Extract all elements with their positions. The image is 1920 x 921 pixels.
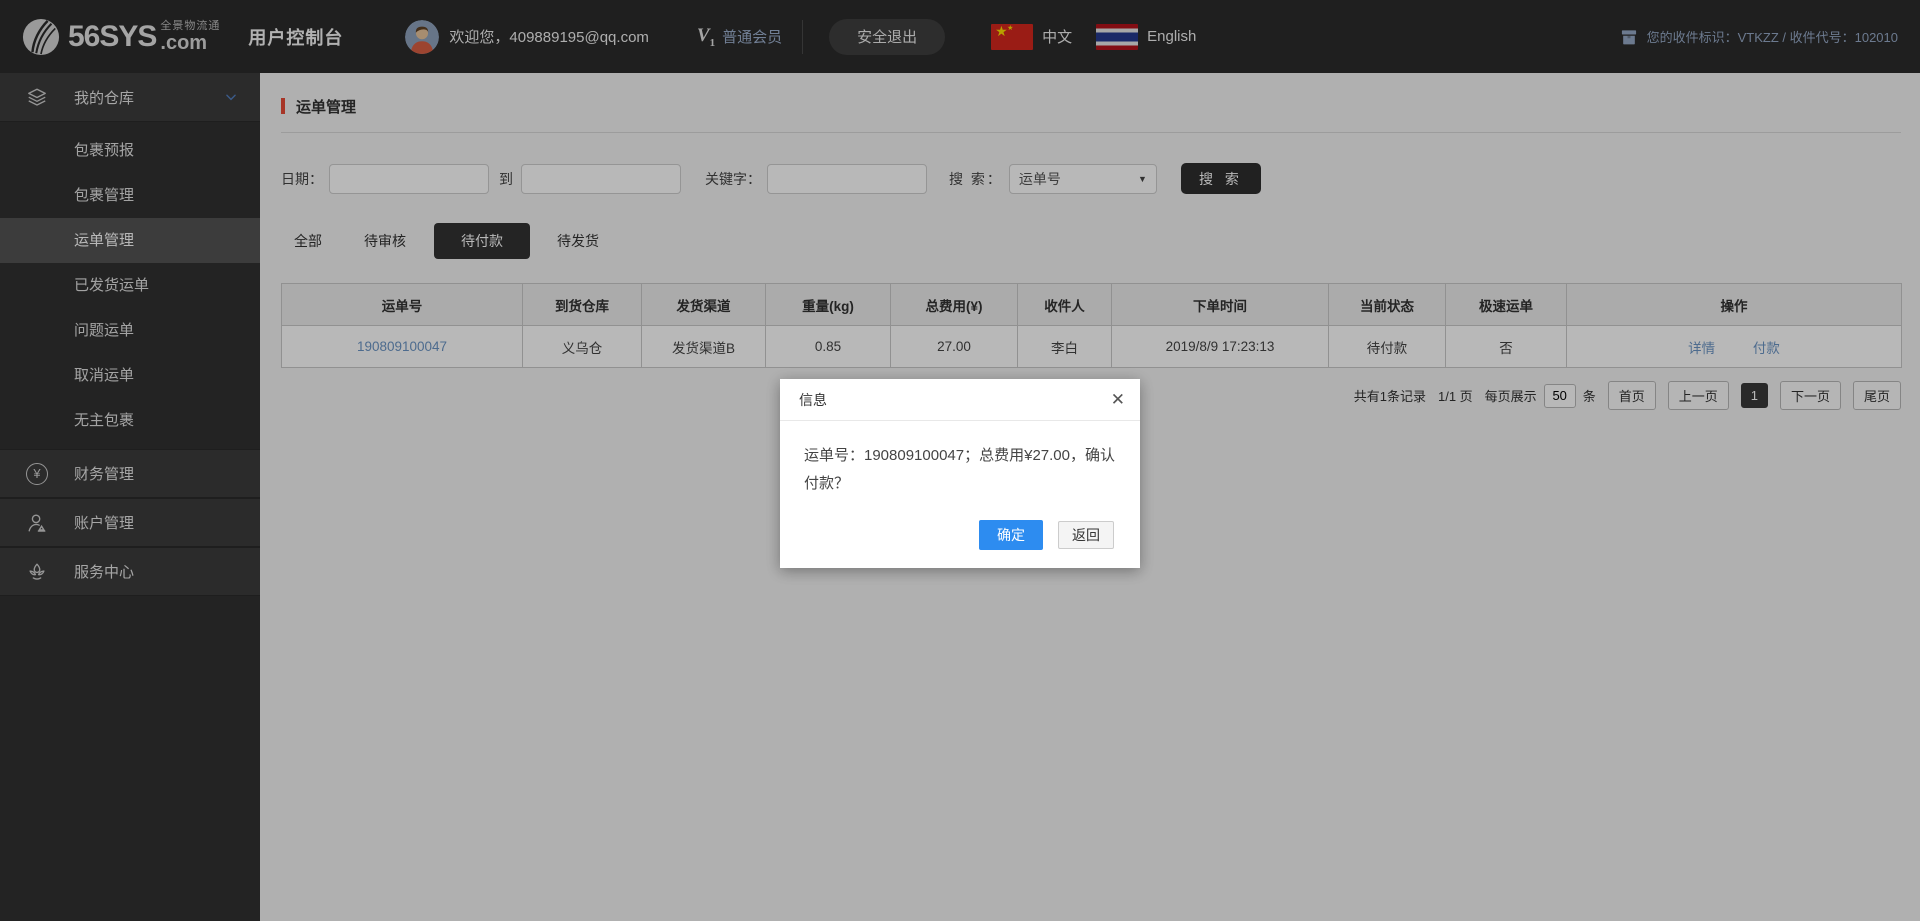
confirm-button[interactable]: 确定 xyxy=(979,519,1043,550)
modal-header: 信息 ✕ xyxy=(780,379,1140,421)
modal-message: 运单号：190809100047；总费用¥27.00，确认付款？ xyxy=(804,447,1115,492)
back-button[interactable]: 返回 xyxy=(1058,520,1114,549)
modal-footer: 确定 返回 xyxy=(780,506,1140,568)
close-icon[interactable]: ✕ xyxy=(1111,391,1125,408)
modal-title: 信息 xyxy=(799,391,827,408)
payment-confirm-dialog: 信息 ✕ 运单号：190809100047；总费用¥27.00，确认付款？ 确定… xyxy=(780,379,1140,568)
